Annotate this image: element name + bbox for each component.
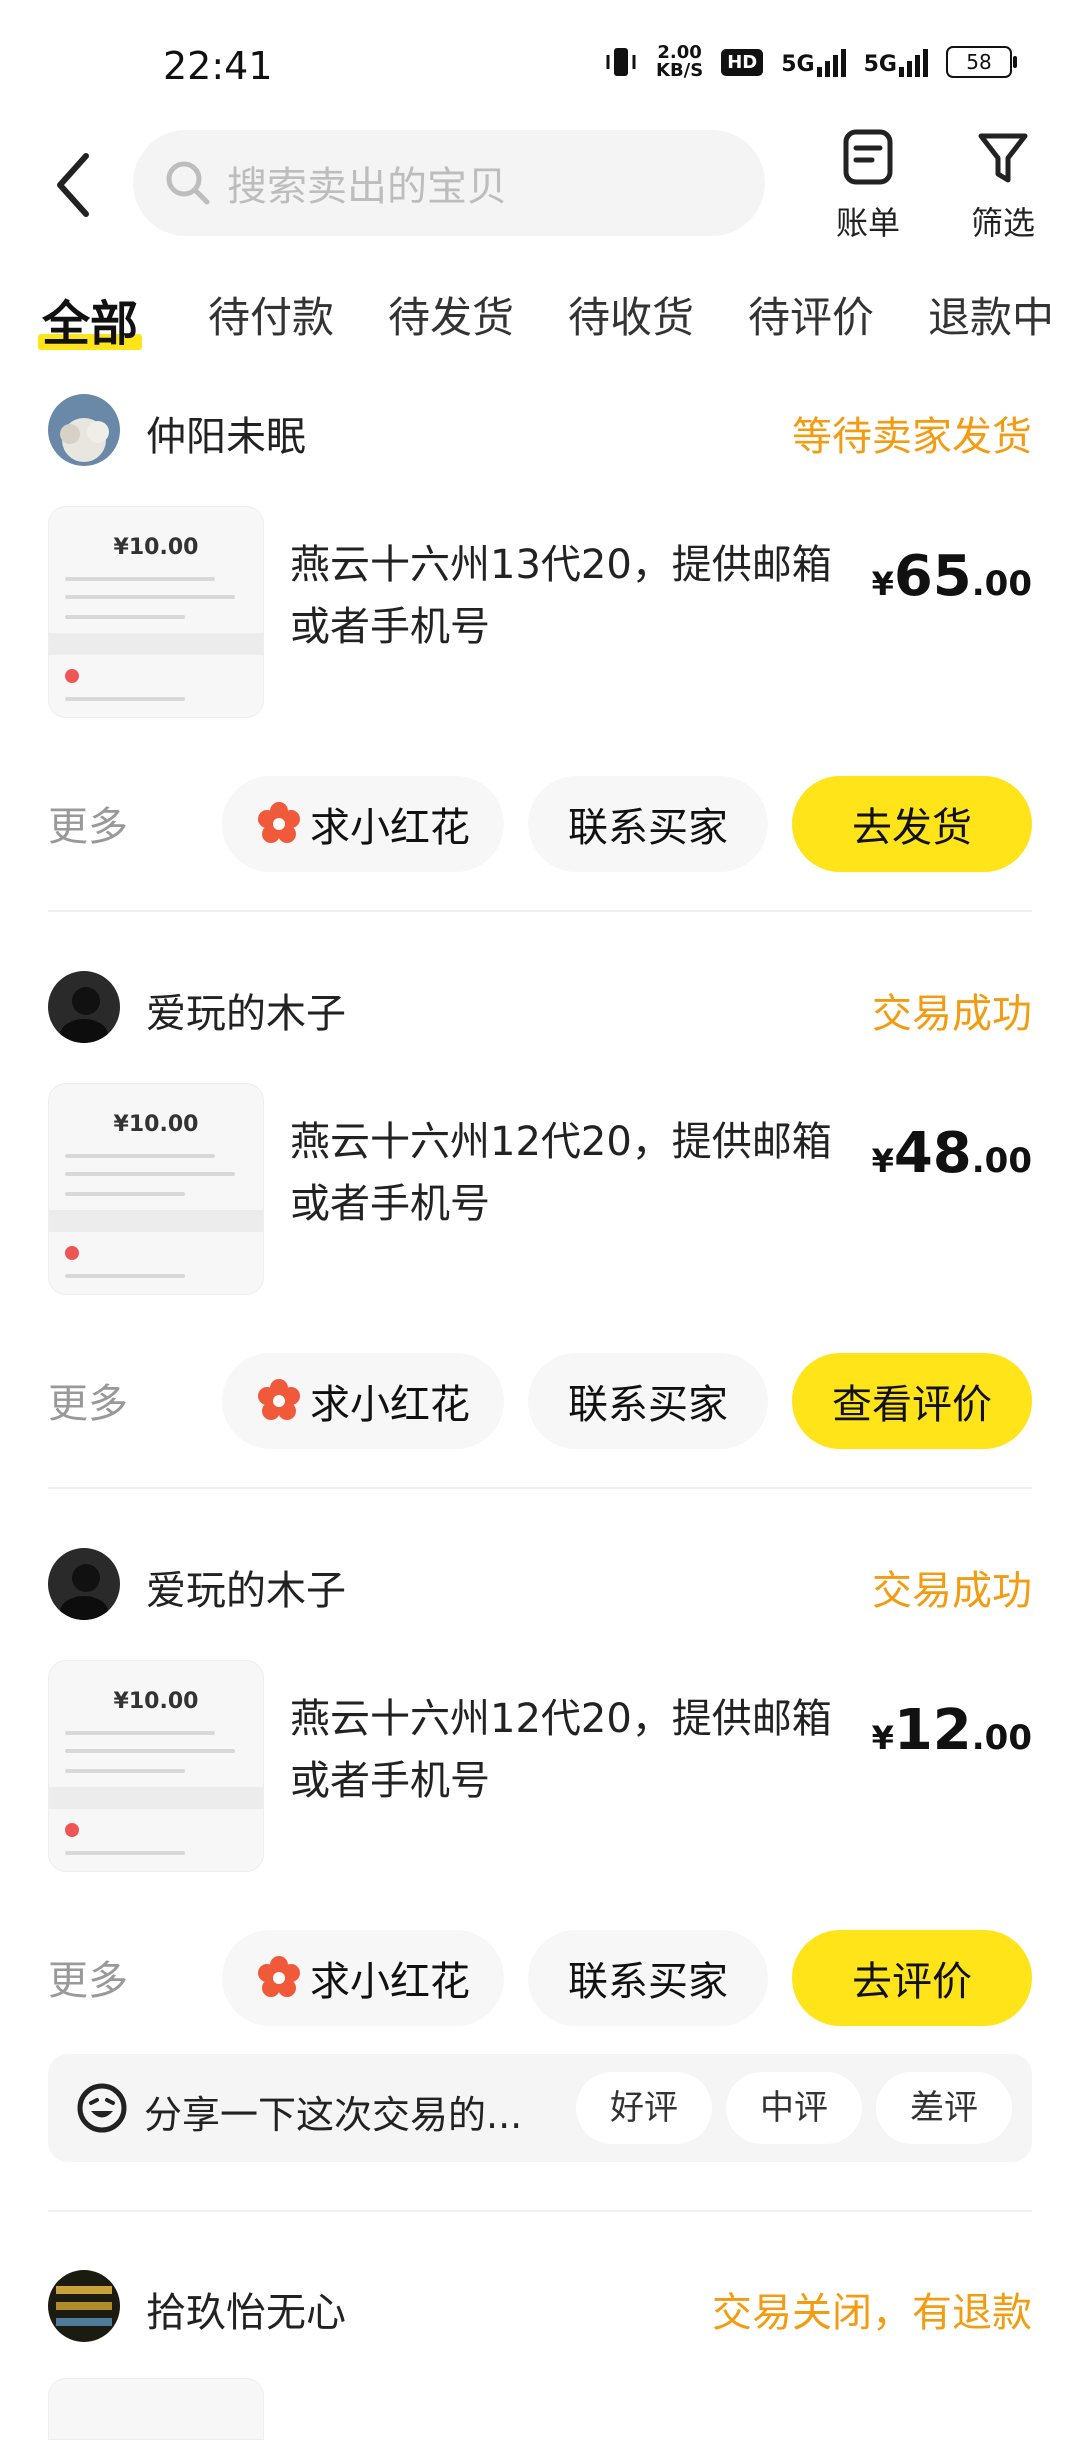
ship-button[interactable]: 去发货 [792,776,1032,872]
product-title[interactable]: 燕云十六州12代20，提供邮箱或者手机号 [290,1111,850,1235]
order-status: 等待卖家发货 [792,414,1032,460]
tab-to-review[interactable]: 待评价 [748,284,874,345]
back-arrow-icon[interactable] [52,150,92,220]
more-button[interactable]: 更多 [48,1371,128,1429]
signal-bars-icon [899,47,928,77]
status-bar: 22:41 2.00 KB/S HD 5G 5G 58 [0,0,1080,130]
search-icon [166,161,210,205]
more-button[interactable]: 更多 [48,1948,128,2006]
vibrate-icon [606,48,636,76]
order-header: 爱玩的木子 交易成功 [48,971,1032,1043]
smile-face-icon [77,2083,127,2133]
order-tabs: 全部 待付款 待发货 待收货 待评价 退款中 [0,270,1080,360]
more-button[interactable]: 更多 [48,794,128,852]
good-review-chip[interactable]: 好评 [576,2072,712,2144]
filter-label: 筛选 [970,204,1035,242]
order-header: 仲阳未眠 等待卖家发货 [48,394,1032,466]
order-status: 交易关闭，有退款 [712,2290,1032,2336]
battery-icon: 58 [946,46,1017,78]
bad-review-chip[interactable]: 差评 [876,2072,1012,2144]
net-speed: 2.00 KB/S [656,42,704,81]
status-icons: 2.00 KB/S HD 5G 5G 58 [604,42,1017,81]
order-status: 交易成功 [872,1568,1032,1614]
product-title[interactable]: 燕云十六州12代20，提供邮箱或者手机号 [290,1688,850,1812]
red-flower-icon [258,1379,300,1420]
hd-badge: HD [721,48,764,76]
bill-label: 账单 [835,204,900,242]
order-header: 爱玩的木子 交易成功 [48,1548,1032,1620]
tab-to-ship[interactable]: 待发货 [388,284,514,345]
divider [48,1487,1032,1489]
tab-pending-payment[interactable]: 待付款 [208,284,334,345]
bill-button[interactable]: 账单 [823,128,913,244]
bill-icon [843,129,893,185]
ask-flower-button[interactable]: 求小红花 [222,1353,504,1449]
avatar[interactable] [48,2270,120,2342]
order-header: 拾玖怡无心 交易关闭，有退款 [48,2270,1032,2342]
share-prompt: 分享一下这次交易的... [144,2093,523,2137]
avatar[interactable] [48,394,120,466]
tab-refunding[interactable]: 退款中 [928,284,1054,345]
share-review-bar: 分享一下这次交易的... 好评 中评 差评 [48,2054,1032,2162]
order-price: ¥65.00 [871,544,1032,609]
ask-flower-button[interactable]: 求小红花 [222,776,504,872]
order-status: 交易成功 [872,991,1032,1037]
divider [48,2210,1032,2212]
neutral-review-chip[interactable]: 中评 [726,2072,862,2144]
status-time: 22:41 [163,44,273,88]
product-title[interactable]: 燕云十六州13代20，提供邮箱或者手机号 [290,534,850,658]
red-flower-icon [258,1956,300,1997]
contact-buyer-button[interactable]: 联系买家 [528,776,768,872]
review-button[interactable]: 去评价 [792,1930,1032,2026]
tab-all[interactable]: 全部 [38,284,143,354]
order-price: ¥12.00 [871,1698,1032,1763]
avatar[interactable] [48,971,120,1043]
signal-2: 5G [864,47,928,77]
buyer-name[interactable]: 爱玩的木子 [146,1558,346,1616]
product-thumbnail[interactable]: ¥10.00 [48,506,264,718]
signal-bars-icon [816,47,846,77]
search-placeholder: 搜索卖出的宝贝 [227,164,507,210]
red-flower-icon [258,802,300,843]
product-thumbnail[interactable]: ¥10.00 [48,1660,264,1872]
contact-buyer-button[interactable]: 联系买家 [528,1353,768,1449]
product-thumbnail[interactable] [48,2378,264,2440]
search-input[interactable]: 搜索卖出的宝贝 [133,130,765,236]
filter-icon [978,133,1028,183]
divider [48,910,1032,912]
buyer-name[interactable]: 仲阳未眠 [146,404,306,462]
signal-1: 5G [781,47,846,77]
contact-buyer-button[interactable]: 联系买家 [528,1930,768,2026]
tab-to-receive[interactable]: 待收货 [568,284,694,345]
filter-button[interactable]: 筛选 [958,128,1048,244]
buyer-name[interactable]: 拾玖怡无心 [146,2280,346,2338]
product-thumbnail[interactable]: ¥10.00 [48,1083,264,1295]
view-review-button[interactable]: 查看评价 [792,1353,1032,1449]
avatar[interactable] [48,1548,120,1620]
buyer-name[interactable]: 爱玩的木子 [146,981,346,1039]
order-price: ¥48.00 [871,1121,1032,1186]
ask-flower-button[interactable]: 求小红花 [222,1930,504,2026]
